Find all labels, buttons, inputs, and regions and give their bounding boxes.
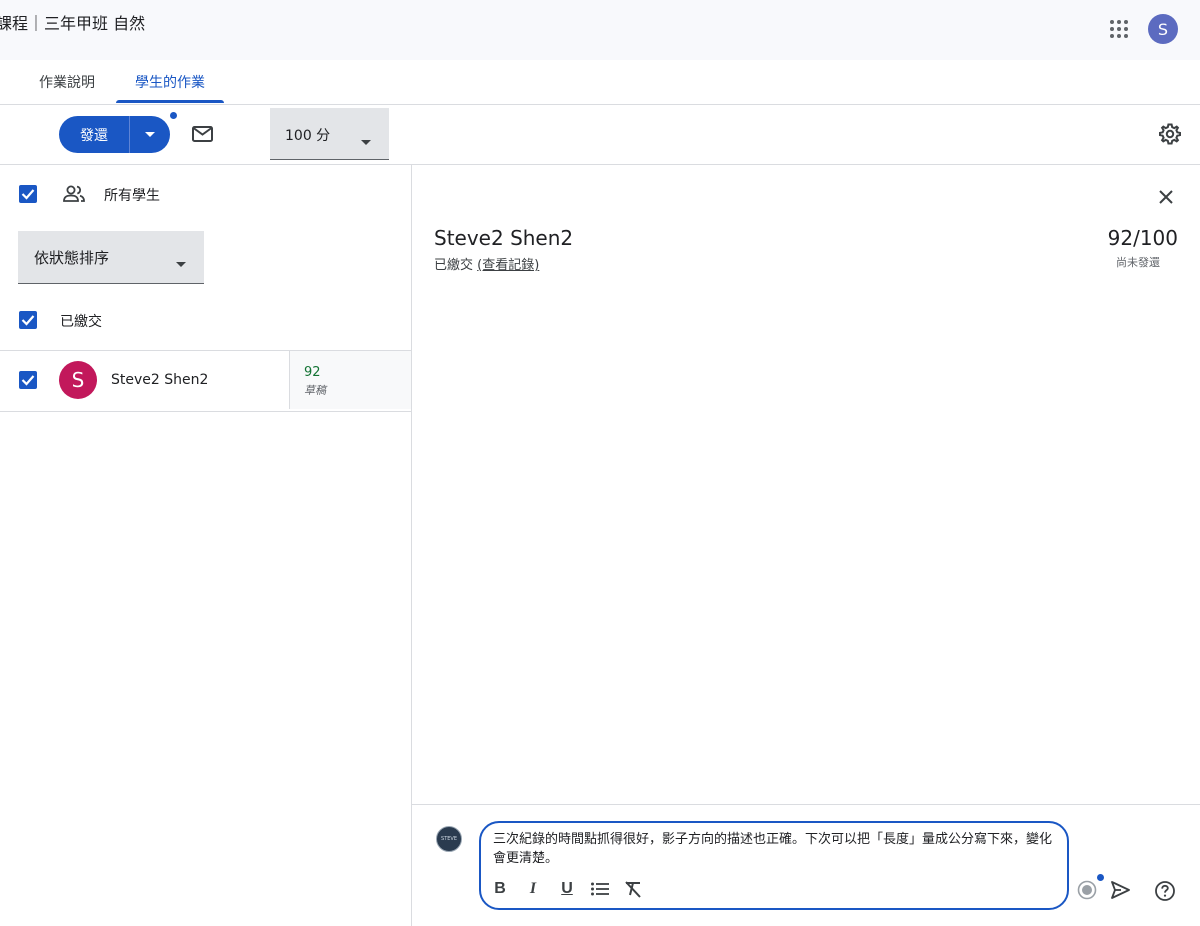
clear-formatting-icon[interactable] [621,878,645,900]
notification-dot [1097,874,1104,881]
checkmark-icon [21,315,35,326]
commenter-avatar: STEVE [436,826,462,852]
sort-value: 依狀態排序 [34,249,110,267]
checkmark-icon [21,375,35,386]
top-bar [0,0,1200,60]
detail-student-name: Steve2 Shen2 [434,226,574,250]
comment-text[interactable]: 三次紀錄的時間點抓得很好，影子方向的描述也正確。下次可以把「長度」量成公分寫下來… [493,830,1058,868]
underline-button[interactable]: U [555,878,579,900]
bulleted-list-icon[interactable] [588,878,612,900]
grading-toolbar [0,104,1200,165]
student-checkbox[interactable] [19,371,37,389]
tab-student-work[interactable]: 學生的作業 [116,60,224,104]
record-icon[interactable] [1077,880,1097,900]
gear-icon[interactable] [1158,122,1182,146]
grade-value: 92 [304,365,321,380]
caret-down-icon [175,253,187,272]
email-icon[interactable] [190,122,216,146]
caret-down-icon [145,131,155,137]
comment-divider [412,804,1200,805]
turned-in-section-label: 已繳交 [60,314,102,330]
student-name: Steve2 Shen2 [111,372,209,388]
people-icon [62,183,86,205]
points-value: 100 分 [285,128,331,144]
grade-draft-label: 草稿 [304,384,326,397]
user-avatar[interactable]: S [1148,14,1178,44]
student-avatar: S [59,361,97,399]
detail-grade-status: 尚未發還 [1116,256,1160,269]
submission-status-text: 已繳交 [434,258,478,273]
detail-grade: 92/100 [1107,226,1178,250]
notification-dot [170,112,177,119]
course-title: 課程｜三年甲班 自然 [0,14,146,33]
active-tab-indicator [116,100,224,103]
view-history-link[interactable]: (查看記錄) [477,258,539,273]
apps-grid-icon[interactable] [1108,18,1130,40]
checkmark-icon [21,189,35,200]
return-button[interactable]: 發還 [59,116,129,153]
tab-instructions[interactable]: 作業說明 [20,60,114,104]
turned-in-group-checkbox[interactable] [19,311,37,329]
select-all-checkbox[interactable] [19,185,37,203]
tab-bar: 作業說明 學生的作業 [0,60,1200,105]
submission-status: 已繳交 (查看記錄) [434,254,539,273]
caret-down-icon [360,131,372,150]
bold-button[interactable]: B [488,878,512,900]
return-options-dropdown[interactable] [130,116,170,153]
all-students-label: 所有學生 [104,188,160,204]
italic-button[interactable]: I [521,878,545,900]
grade-input-cell[interactable] [289,351,411,409]
send-icon[interactable] [1109,879,1131,901]
close-icon[interactable] [1156,187,1176,207]
help-icon[interactable] [1154,880,1176,902]
